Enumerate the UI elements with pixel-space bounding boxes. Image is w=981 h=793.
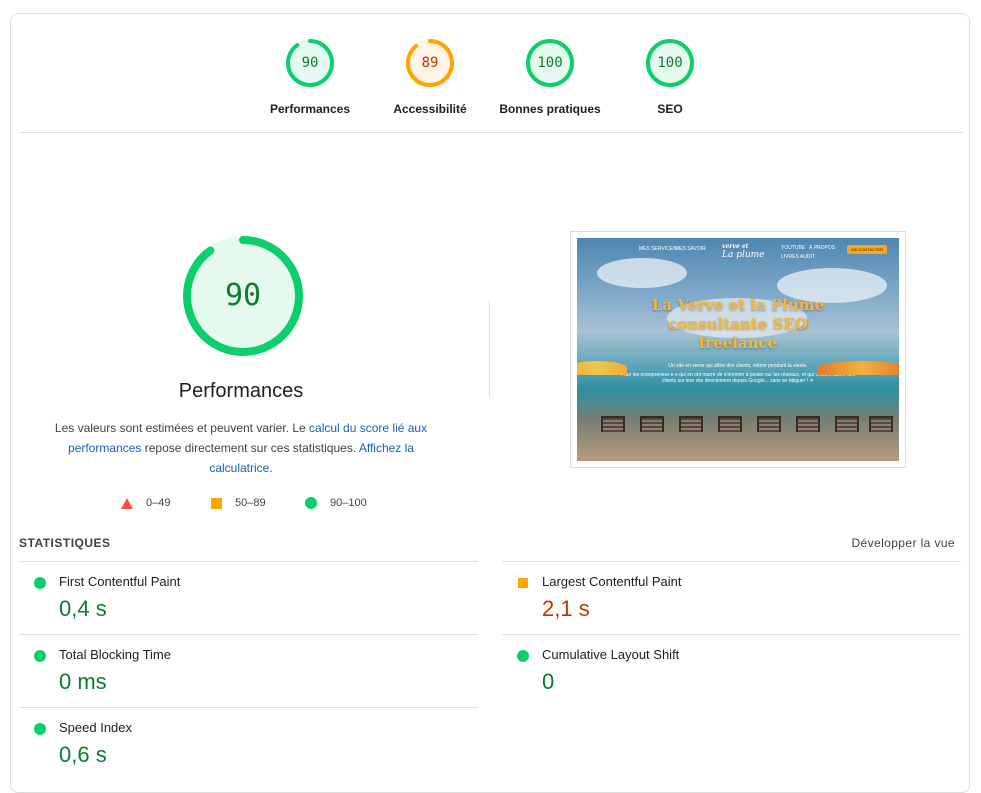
beach-chair xyxy=(679,416,703,432)
performance-score-gauge: 90 xyxy=(181,234,305,358)
final-screenshot[interactable]: MES SERVICES MES SAVOIR verve et La plume… xyxy=(570,231,906,468)
score-description: Les valeurs sont estimées et peuvent var… xyxy=(51,418,431,478)
legend-pass-label: 90–100 xyxy=(330,497,367,509)
legend-fail: 0–49 xyxy=(121,497,170,509)
lighthouse-report-card: 90 Performances 89 Accessibilité 100 Bon… xyxy=(10,13,970,793)
legend-fail-label: 0–49 xyxy=(146,497,171,509)
category-title: Performances xyxy=(178,380,304,402)
triangle-icon xyxy=(121,497,133,509)
beach-chair xyxy=(869,416,893,432)
stats-title: STATISTIQUES xyxy=(19,536,111,550)
metric-value: 0 xyxy=(542,669,555,694)
nav-item: À PROPOS xyxy=(809,245,836,251)
metric-tbt: Total Blocking Time 0 ms xyxy=(19,634,478,707)
nav-item: LIVRES AUDIT xyxy=(781,254,815,260)
metric-title: Total Blocking Time xyxy=(59,647,171,662)
beach-chair xyxy=(718,416,742,432)
metric-value: 2,1 s xyxy=(542,596,590,621)
legend-average: 50–89 xyxy=(210,497,266,509)
desc-text: Les valeurs sont estimées et peuvent var… xyxy=(54,421,310,435)
gauge-score: 89 xyxy=(421,55,439,71)
beach-chair xyxy=(640,416,664,432)
metric-value: 0,6 s xyxy=(59,742,107,767)
metric-fcp: First Contentful Paint 0,4 s xyxy=(19,561,478,634)
average-square-icon xyxy=(518,578,528,588)
beach-chair xyxy=(796,416,820,432)
nav-item: MES SAVOIR xyxy=(675,246,706,252)
umbrella xyxy=(817,361,899,375)
nav-item: MES SERVICES xyxy=(639,246,677,252)
gauge-label: Bonnes pratiques xyxy=(499,102,601,116)
desc-text: . xyxy=(269,461,273,475)
score-legend: 0–49 50–89 90–100 xyxy=(111,497,411,513)
metric-cls: Cumulative Layout Shift 0 xyxy=(502,634,961,707)
gauge-label: Performances xyxy=(269,102,351,116)
performance-score: 90 xyxy=(224,278,262,313)
stats-header: STATISTIQUES Développer la vue xyxy=(19,536,963,556)
gauge-score: 90 xyxy=(301,55,319,71)
pass-circle-icon xyxy=(34,723,46,735)
gauge-performance[interactable]: 90 Performances xyxy=(250,38,370,116)
gauge-label: SEO xyxy=(657,102,683,116)
contact-cta: ME CONTACTER xyxy=(847,245,887,254)
metric-speed-index: Speed Index 0,6 s xyxy=(19,707,478,780)
beach-chair xyxy=(601,416,625,432)
umbrella xyxy=(577,361,627,375)
metric-title: Cumulative Layout Shift xyxy=(542,647,680,662)
section-divider xyxy=(19,132,963,133)
metric-title: Largest Contentful Paint xyxy=(542,574,682,589)
vertical-separator xyxy=(489,301,490,397)
pass-circle-icon xyxy=(517,650,529,662)
gauge-best-practices[interactable]: 100 Bonnes pratiques xyxy=(490,38,610,116)
expand-view-toggle[interactable]: Développer la vue xyxy=(851,536,955,550)
metric-title: First Contentful Paint xyxy=(59,574,181,589)
circle-icon xyxy=(305,497,317,509)
screenshot-nav: MES SERVICES MES SAVOIR verve et La plume… xyxy=(577,238,899,260)
legend-pass: 90–100 xyxy=(305,497,367,509)
site-logo: verve et La plume xyxy=(722,243,765,260)
metric-value: 0,4 s xyxy=(59,596,107,621)
screenshot-image: MES SERVICES MES SAVOIR verve et La plume… xyxy=(577,238,899,461)
desc-text: repose directement sur ces statistiques. xyxy=(141,441,359,455)
gauge-label: Accessibilité xyxy=(393,102,467,116)
metric-lcp: Largest Contentful Paint 2,1 s xyxy=(502,561,961,634)
gauge-score: 100 xyxy=(537,55,563,71)
nav-item: YOUTUBE xyxy=(781,245,806,251)
gauge-accessibility[interactable]: 89 Accessibilité xyxy=(370,38,490,116)
legend-average-label: 50–89 xyxy=(235,497,266,509)
metric-value: 0 ms xyxy=(59,669,107,694)
pass-circle-icon xyxy=(34,650,46,662)
gauge-score: 100 xyxy=(657,55,683,71)
screenshot-hero-title: La Verve et la Plume consultante SEO fre… xyxy=(651,296,825,352)
square-icon xyxy=(211,497,222,509)
beach-chair xyxy=(835,416,859,432)
metric-title: Speed Index xyxy=(59,720,133,735)
category-gauges: 90 Performances 89 Accessibilité 100 Bon… xyxy=(11,14,969,134)
beach-chair xyxy=(757,416,781,432)
pass-circle-icon xyxy=(34,577,46,589)
gauge-seo[interactable]: 100 SEO xyxy=(610,38,730,116)
